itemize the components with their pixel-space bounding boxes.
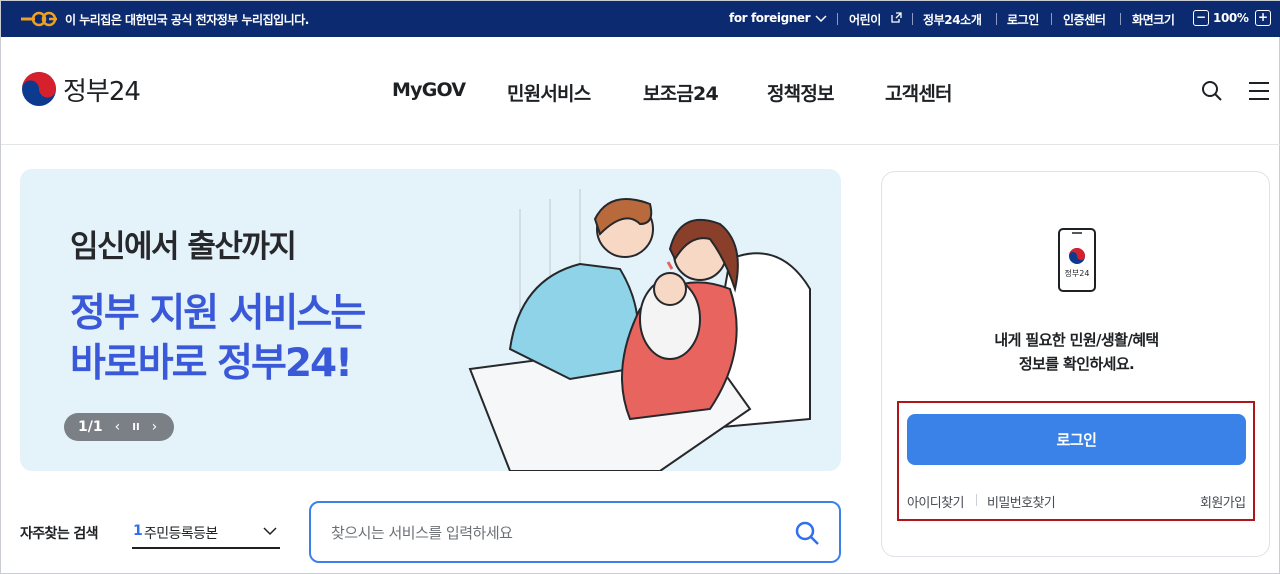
slider-controls: 1/1 ‹ II ›	[64, 413, 174, 441]
gov-identity-bar: 이 누리집은 대한민국 공식 전자정부 누리집입니다. for foreigne…	[1, 1, 1280, 37]
find-id-link[interactable]: 아이디찾기	[907, 492, 964, 511]
service-search-box	[309, 501, 841, 563]
divider	[996, 13, 997, 25]
login-message: 내게 필요한 민원/생활/혜택 정보를 확인하세요.	[882, 328, 1271, 376]
zoom-in-button[interactable]: +	[1255, 10, 1271, 26]
external-link-icon	[891, 12, 902, 23]
login-card: 정부24 내게 필요한 민원/생활/혜택 정보를 확인하세요. 로그인 아이디찾…	[881, 171, 1270, 557]
divider	[976, 494, 977, 506]
pause-button[interactable]: II	[132, 422, 139, 433]
zoom-out-button[interactable]: −	[1193, 10, 1209, 26]
frequent-search-rank: 1	[133, 523, 143, 539]
mobile-phone-icon: 정부24	[1058, 228, 1096, 292]
divider	[912, 13, 913, 25]
family-illustration	[468, 189, 811, 471]
brand-name: 정부24	[63, 76, 141, 107]
login-button[interactable]: 로그인	[907, 414, 1246, 465]
banner-subline-2: 바로바로 정부24!	[70, 341, 353, 386]
nav-mygov[interactable]: MyGOV	[392, 79, 466, 101]
banner-subline-1: 정부 지원 서비스는	[70, 291, 366, 336]
gov-identity-text: 이 누리집은 대한민국 공식 전자정부 누리집입니다.	[65, 13, 309, 27]
nav-subsidy24[interactable]: 보조금24	[643, 79, 719, 106]
search-icon[interactable]	[793, 519, 821, 547]
text-size-label: 화면크기	[1132, 13, 1175, 27]
zoom-level: 100%	[1213, 11, 1249, 25]
next-slide-button[interactable]: ›	[152, 419, 158, 435]
frequent-search-select[interactable]: 1 주민등록등본	[132, 515, 280, 549]
menu-icon[interactable]	[1247, 79, 1271, 103]
login-message-line-1: 내게 필요한 민원/생활/혜택	[994, 331, 1159, 349]
egov-logo	[21, 11, 57, 27]
signup-link[interactable]: 회원가입	[1200, 492, 1246, 511]
divider	[1051, 13, 1052, 25]
about-link[interactable]: 정부24소개	[923, 11, 982, 28]
site-header: 정부24 MyGOV 민원서비스 보조금24 정책정보 고객센터	[1, 37, 1280, 145]
service-search-input[interactable]	[331, 521, 771, 545]
main-banner[interactable]: 임신에서 출산까지 정부 지원 서비스는 바로바로 정부24! 1/1 ‹ II…	[20, 169, 841, 471]
brand-home-link[interactable]: 정부24	[21, 71, 141, 107]
taegeuk-logo	[22, 72, 56, 106]
nav-policy-info[interactable]: 정책정보	[767, 79, 835, 106]
slide-counter: 1/1	[78, 419, 103, 435]
prev-slide-button[interactable]: ‹	[115, 419, 121, 435]
nav-civil-services[interactable]: 민원서비스	[507, 79, 591, 106]
divider	[1120, 13, 1121, 25]
banner-headline: 임신에서 출산까지	[70, 229, 297, 265]
divider	[837, 13, 838, 25]
find-password-link[interactable]: 비밀번호찾기	[987, 492, 1056, 511]
kids-link[interactable]: 어린이	[849, 11, 881, 28]
login-message-line-2: 정보를 확인하세요.	[1018, 355, 1135, 373]
frequent-search-label: 자주찾는 검색	[20, 526, 99, 542]
for-foreigner-link[interactable]: for foreigner	[729, 11, 811, 25]
cert-center-link[interactable]: 인증센터	[1063, 11, 1106, 28]
chevron-down-icon	[263, 527, 277, 536]
nav-customer-center[interactable]: 고객센터	[885, 79, 953, 106]
search-icon[interactable]	[1200, 79, 1224, 103]
chevron-down-icon	[815, 15, 827, 23]
login-link[interactable]: 로그인	[1007, 11, 1039, 28]
frequent-search-value: 주민등록등본	[144, 526, 218, 542]
phone-brand-text: 정부24	[1065, 268, 1090, 278]
